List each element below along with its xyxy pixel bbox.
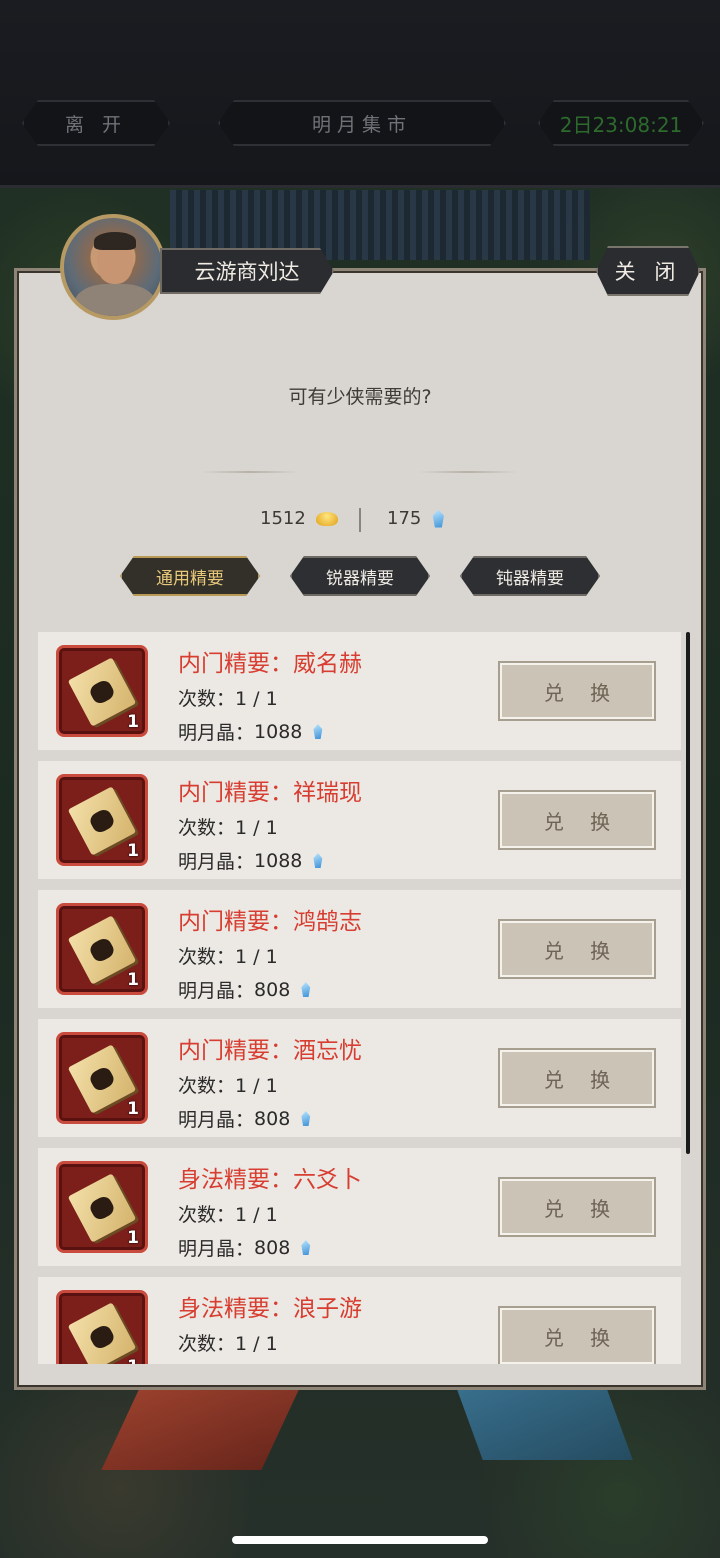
market-title: 明月集市 [218, 100, 506, 146]
item-count: 次数：1 / 1 [178, 688, 278, 710]
manual-icon[interactable]: 1 [56, 1290, 148, 1364]
exchange-button[interactable]: 兑 换 [498, 1177, 656, 1237]
close-button[interactable]: 关 闭 [596, 246, 700, 296]
item-title: 身法精要：浪子游 [178, 1296, 362, 1322]
list-item: 1 内门精要：酒忘忧 次数：1 / 1 明月晶： 808 兑 换 [38, 1019, 681, 1137]
currency-separator [359, 508, 361, 532]
item-count: 次数：1 / 1 [178, 946, 278, 968]
item-title: 内门精要：威名赫 [178, 651, 362, 677]
merchant-name: 云游商刘达 [160, 248, 334, 294]
merchant-avatar [60, 214, 166, 320]
crystal-icon [432, 509, 444, 528]
item-quantity: 1 [127, 970, 139, 990]
item-count: 次数：1 / 1 [178, 1204, 278, 1226]
crystal-icon [301, 982, 311, 997]
manual-icon[interactable]: 1 [56, 645, 148, 737]
crystal-icon [301, 1240, 311, 1255]
item-price: 明月晶： 808 [178, 1234, 311, 1261]
crystal-balance: 175 [387, 508, 445, 529]
item-price: 明月晶： 1088 [178, 847, 323, 874]
exchange-button[interactable]: 兑 换 [498, 661, 656, 721]
price-value: 808 [254, 978, 291, 1001]
list-item: 1 内门精要：威名赫 次数：1 / 1 明月晶： 1088 兑 换 [38, 632, 681, 750]
list-item: 1 内门精要：祥瑞现 次数：1 / 1 明月晶： 1088 兑 换 [38, 761, 681, 879]
price-label: 明月晶： [178, 1109, 255, 1131]
item-price: 明月晶： 808 [178, 976, 311, 1003]
countdown-timer: 2日23:08:21 [538, 100, 704, 146]
list-item: 1 身法精要：浪子游 次数：1 / 1 兑 换 [38, 1277, 681, 1364]
crystal-icon [313, 853, 323, 868]
exchange-button[interactable]: 兑 换 [498, 919, 656, 979]
item-quantity: 1 [127, 1099, 139, 1119]
item-price: 明月晶： 808 [178, 1105, 311, 1132]
manual-icon[interactable]: 1 [56, 903, 148, 995]
home-indicator[interactable] [232, 1536, 488, 1544]
price-value: 1088 [254, 849, 303, 872]
manual-icon[interactable]: 1 [56, 1032, 148, 1124]
exchange-button[interactable]: 兑 换 [498, 790, 656, 850]
price-label: 明月晶： [178, 980, 255, 1002]
divider-right [418, 471, 518, 473]
top-bar: 离 开 明月集市 2日23:08:21 [0, 0, 720, 188]
item-quantity: 1 [127, 1228, 139, 1248]
item-count: 次数：1 / 1 [178, 1075, 278, 1097]
exchange-button[interactable]: 兑 换 [498, 1048, 656, 1108]
price-value: 808 [254, 1107, 291, 1130]
leave-button[interactable]: 离 开 [22, 100, 170, 146]
item-count: 次数：1 / 1 [178, 1333, 278, 1355]
item-price: 明月晶： 1088 [178, 718, 323, 745]
manual-icon[interactable]: 1 [56, 1161, 148, 1253]
list-scrollbar[interactable] [686, 632, 690, 1154]
price-value: 808 [254, 1236, 291, 1259]
price-label: 明月晶： [178, 851, 255, 873]
blue-awning [457, 1390, 633, 1460]
price-label: 明月晶： [178, 1238, 255, 1260]
item-quantity: 1 [127, 841, 139, 861]
item-quantity: 1 [127, 712, 139, 732]
item-title: 内门精要：鸿鹄志 [178, 909, 362, 935]
price-value: 1088 [254, 720, 303, 743]
crystal-icon [301, 1111, 311, 1126]
tab-sharp-weapon[interactable]: 锐器精要 [290, 556, 430, 596]
exchange-button[interactable]: 兑 换 [498, 1306, 656, 1364]
item-title: 内门精要：祥瑞现 [178, 780, 362, 806]
item-list[interactable]: 1 内门精要：威名赫 次数：1 / 1 明月晶： 1088 兑 换 1 内门精要：… [38, 632, 681, 1364]
gold-ingot-icon [315, 511, 338, 526]
manual-icon[interactable]: 1 [56, 774, 148, 866]
divider-left [200, 471, 300, 473]
gold-amount: 1512 [260, 508, 306, 529]
gold-balance: 1512 [260, 508, 338, 529]
item-count: 次数：1 / 1 [178, 817, 278, 839]
crystal-amount: 175 [387, 508, 422, 529]
price-label: 明月晶： [178, 722, 255, 744]
tab-blunt-weapon[interactable]: 钝器精要 [460, 556, 600, 596]
item-title: 内门精要：酒忘忧 [178, 1038, 362, 1064]
list-item: 1 内门精要：鸿鹄志 次数：1 / 1 明月晶： 808 兑 换 [38, 890, 681, 1008]
list-item: 1 身法精要：六爻卜 次数：1 / 1 明月晶： 808 兑 换 [38, 1148, 681, 1266]
crystal-icon [313, 724, 323, 739]
item-quantity: 1 [127, 1357, 139, 1364]
merchant-greeting: 可有少侠需要的? [288, 386, 432, 408]
tab-general[interactable]: 通用精要 [120, 556, 260, 596]
item-title: 身法精要：六爻卜 [178, 1167, 362, 1193]
